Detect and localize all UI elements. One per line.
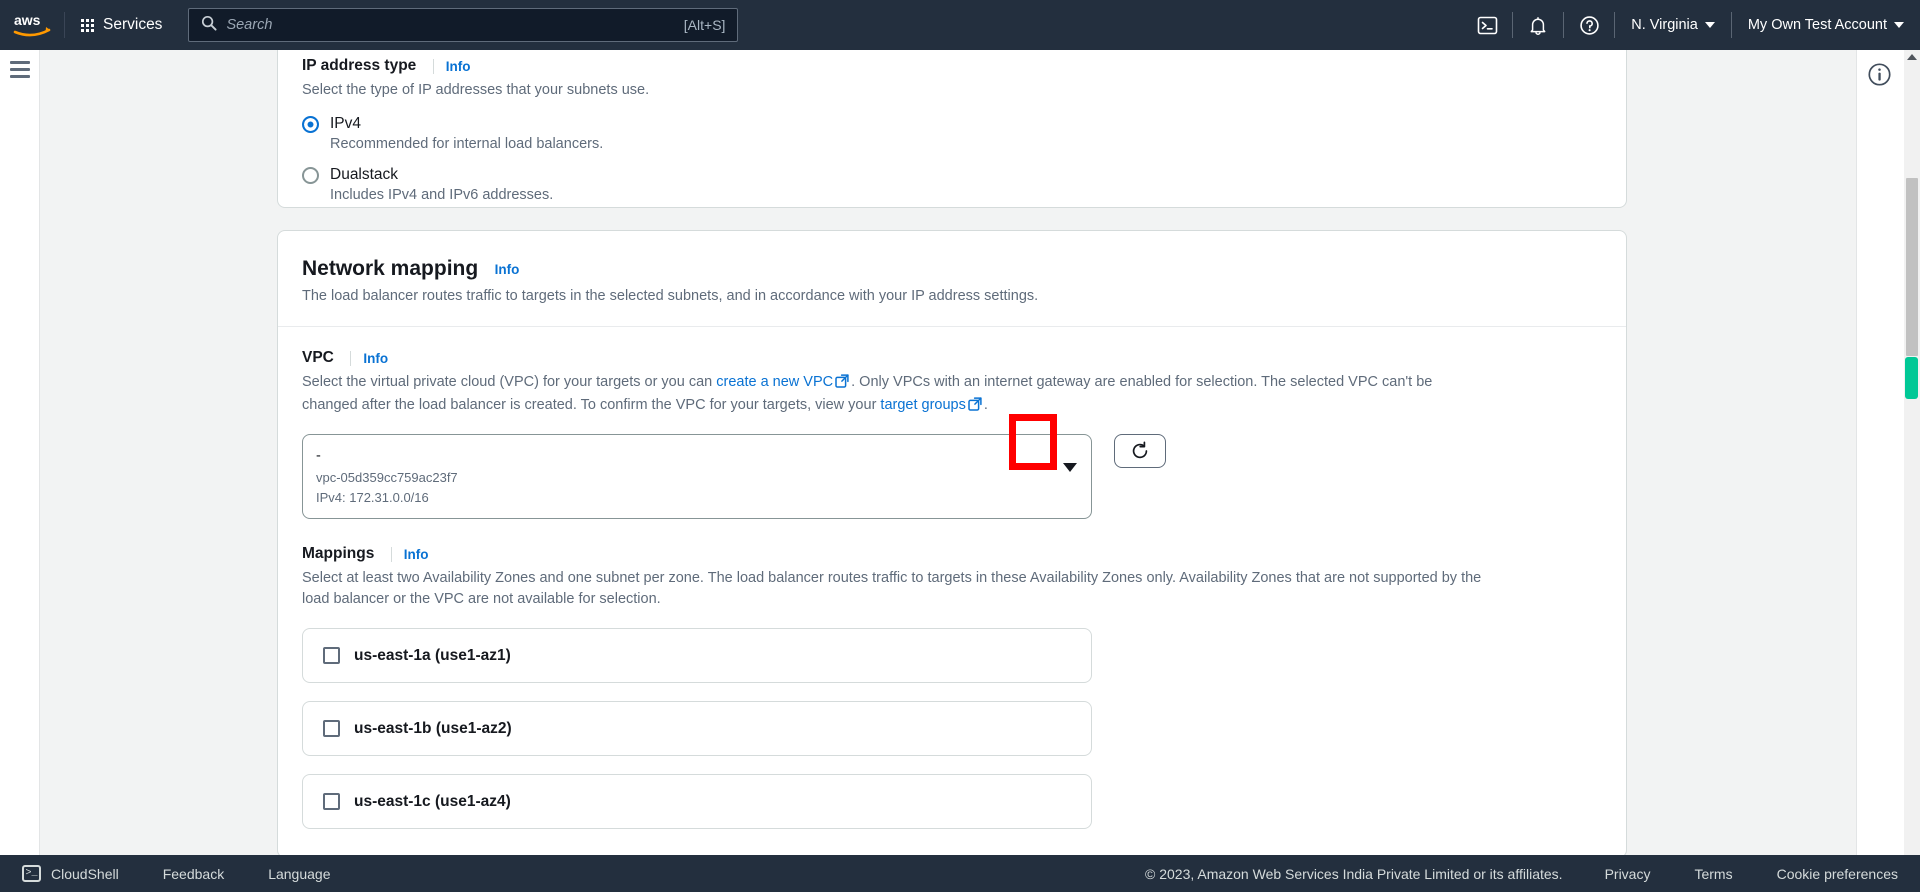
menu-toggle-icon[interactable] xyxy=(10,61,30,82)
terms-link[interactable]: Terms xyxy=(1672,866,1754,882)
network-mapping-title: Network mapping xyxy=(302,257,479,280)
dualstack-radio-row[interactable]: Dualstack xyxy=(302,166,1602,184)
ip-address-type-panel: IP address type Info Select the type of … xyxy=(277,50,1627,208)
page-scrollbar[interactable] xyxy=(1904,50,1920,892)
ip-address-type-header: IP address type Info xyxy=(302,57,1602,75)
scrollbar-thumb[interactable] xyxy=(1906,178,1918,356)
info-panel-icon[interactable] xyxy=(1867,62,1892,92)
vpc-label: VPC xyxy=(302,349,334,366)
az-label: us-east-1b (use1-az2) xyxy=(354,719,512,737)
chevron-down-icon xyxy=(1894,22,1904,28)
region-label: N. Virginia xyxy=(1631,17,1698,33)
mappings-description: Select at least two Availability Zones a… xyxy=(302,570,1482,608)
ipv4-label: IPv4 xyxy=(330,115,362,133)
network-mapping-panel: Network mapping Info The load balancer r… xyxy=(277,230,1627,855)
target-groups-link[interactable]: target groups xyxy=(880,397,965,413)
copyright-text: © 2023, Amazon Web Services India Privat… xyxy=(1145,865,1563,882)
svg-text:aws: aws xyxy=(14,12,41,28)
vpc-desc-part1: Select the virtual private cloud (VPC) f… xyxy=(302,374,717,391)
page-footer: >_ CloudShell Feedback Language © 2023, … xyxy=(0,855,1920,892)
search-shortcut-hint: [Alt+S] xyxy=(683,17,726,33)
footer-left-group: >_ CloudShell Feedback Language xyxy=(0,865,353,882)
language-link[interactable]: Language xyxy=(246,866,352,882)
ipv4-description: Recommended for internal load balancers. xyxy=(330,136,604,153)
account-label: My Own Test Account xyxy=(1747,17,1887,33)
external-link-icon xyxy=(835,374,849,395)
vpc-select[interactable]: - vpc-05d359cc759ac23f7 IPv4: 172.31.0.0… xyxy=(302,434,1092,520)
dualstack-label: Dualstack xyxy=(330,166,399,184)
az-label: us-east-1a (use1-az1) xyxy=(354,646,511,664)
help-icon[interactable] xyxy=(1564,0,1614,50)
availability-zone-row[interactable]: us-east-1c (use1-az4) xyxy=(302,774,1092,830)
nav-right-group: N. Virginia My Own Test Account xyxy=(1462,0,1920,50)
chevron-down-icon xyxy=(1063,463,1077,473)
ip-address-type-description: Select the type of IP addresses that you… xyxy=(302,82,650,99)
region-selector[interactable]: N. Virginia xyxy=(1615,0,1731,50)
search-input[interactable] xyxy=(226,17,676,33)
aws-logo-icon: aws xyxy=(13,12,51,37)
vpc-select-row: - vpc-05d359cc759ac23f7 IPv4: 172.31.0.0… xyxy=(302,434,1602,520)
external-link-icon xyxy=(968,397,982,418)
account-menu[interactable]: My Own Test Account xyxy=(1732,0,1920,50)
refresh-icon xyxy=(1132,441,1148,459)
global-search-bar[interactable]: [Alt+S] xyxy=(188,8,739,42)
dualstack-description: Includes IPv4 and IPv6 addresses. xyxy=(330,187,554,204)
mappings-field-header: Mappings Info xyxy=(302,545,1602,563)
search-icon xyxy=(201,15,217,36)
az-label: us-east-1c (use1-az4) xyxy=(354,792,511,810)
ip-address-type-info-link[interactable]: Info xyxy=(432,58,471,74)
services-menu-button[interactable]: Services xyxy=(65,0,176,50)
az-checkbox-us-east-1c[interactable] xyxy=(323,793,340,811)
vpc-selected-name: - xyxy=(316,448,321,465)
cloudshell-icon: >_ xyxy=(22,865,41,882)
availability-zone-row[interactable]: us-east-1a (use1-az1) xyxy=(302,628,1092,684)
top-navigation-bar: aws Services [Alt+S] xyxy=(0,0,1920,50)
cloudshell-label: CloudShell xyxy=(51,865,119,882)
dualstack-radio-button[interactable] xyxy=(302,166,319,184)
ipv4-radio-button[interactable] xyxy=(302,115,319,133)
scroll-up-arrow-icon[interactable] xyxy=(1907,54,1917,60)
mappings-label: Mappings xyxy=(302,545,375,563)
left-navigation-rail xyxy=(0,50,40,892)
cookie-preferences-link[interactable]: Cookie preferences xyxy=(1755,866,1920,882)
cloudshell-icon[interactable] xyxy=(1462,0,1512,50)
chevron-down-icon xyxy=(1704,22,1715,28)
availability-zone-row[interactable]: us-east-1b (use1-az2) xyxy=(302,701,1092,757)
cloudshell-button[interactable]: >_ CloudShell xyxy=(0,865,141,882)
main-content-area: IP address type Info Select the type of … xyxy=(40,50,1864,855)
vpc-desc-part3: . xyxy=(983,397,988,414)
feedback-link[interactable]: Feedback xyxy=(141,866,246,882)
refresh-vpc-button[interactable] xyxy=(1114,434,1166,469)
aws-logo[interactable]: aws xyxy=(0,0,64,50)
network-mapping-info-link[interactable]: Info xyxy=(495,262,520,277)
vpc-field-header: VPC Info xyxy=(302,349,1602,367)
network-mapping-description: The load balancer routes traffic to targ… xyxy=(302,288,1039,304)
ip-address-type-label: IP address type xyxy=(302,57,417,74)
grid-icon xyxy=(81,18,94,32)
vpc-description: Select the virtual private cloud (VPC) f… xyxy=(302,372,1482,418)
az-checkbox-us-east-1a[interactable] xyxy=(323,647,340,665)
network-mapping-header: Network mapping Info The load balancer r… xyxy=(278,231,1626,326)
services-label: Services xyxy=(103,16,163,33)
privacy-link[interactable]: Privacy xyxy=(1583,866,1673,882)
mappings-info-link[interactable]: Info xyxy=(390,546,429,562)
notifications-bell-icon[interactable] xyxy=(1513,0,1563,50)
nav-divider xyxy=(64,12,65,38)
vpc-info-link[interactable]: Info xyxy=(350,350,388,366)
create-a-new-vpc-link[interactable]: create a new VPC xyxy=(716,374,833,390)
scrollbar-position-marker xyxy=(1905,357,1918,399)
vpc-selected-cidr: IPv4: 172.31.0.0/16 xyxy=(316,489,429,505)
footer-right-group: © 2023, Amazon Web Services India Privat… xyxy=(1125,866,1920,882)
vpc-selected-id: vpc-05d359cc759ac23f7 xyxy=(316,470,458,486)
ipv4-radio-row[interactable]: IPv4 xyxy=(302,115,1602,133)
az-checkbox-us-east-1b[interactable] xyxy=(323,720,340,738)
right-help-rail xyxy=(1856,50,1904,892)
